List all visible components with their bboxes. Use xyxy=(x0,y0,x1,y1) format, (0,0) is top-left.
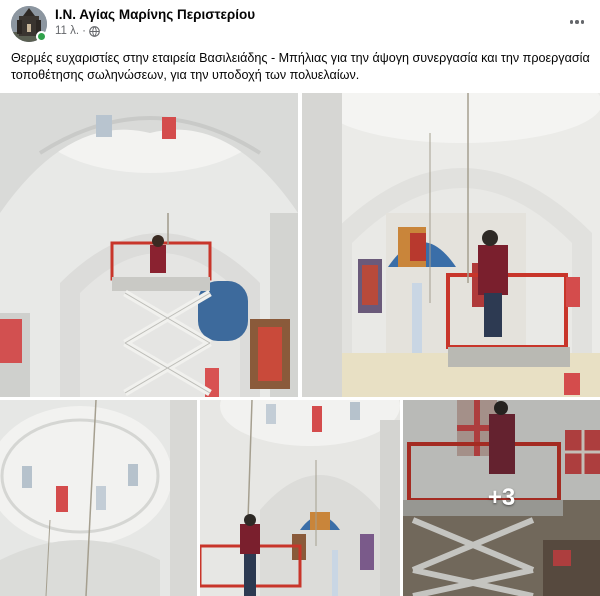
online-status-dot xyxy=(36,31,47,42)
photo-1[interactable] xyxy=(0,93,298,397)
photo-5-more[interactable]: +3 xyxy=(403,400,600,596)
page-name-link[interactable]: Ι.Ν. Αγίας Μαρίνης Περιστερίου xyxy=(55,7,255,22)
photo-4[interactable] xyxy=(200,400,400,596)
post-timestamp[interactable]: 11 λ. xyxy=(55,25,79,37)
more-photos-count: +3 xyxy=(487,484,516,511)
more-options-icon[interactable] xyxy=(566,11,588,33)
more-photos-overlay[interactable]: +3 xyxy=(403,400,600,596)
church-interior-photo xyxy=(302,93,600,397)
church-interior-photo xyxy=(0,93,298,397)
church-dome-photo xyxy=(0,400,197,596)
photo-2[interactable] xyxy=(302,93,600,397)
meta-separator: · xyxy=(82,25,86,37)
church-apse-photo xyxy=(200,400,400,596)
post-caption: Θερμές ευχαριστίες στην εταιρεία Βασιλει… xyxy=(11,51,590,82)
facebook-post: Ι.Ν. Αγίας Μαρίνης Περιστερίου 11 λ. · Θ… xyxy=(0,0,600,596)
globe-icon[interactable] xyxy=(89,25,100,37)
post-meta: 11 λ. · xyxy=(55,25,100,37)
photo-3[interactable] xyxy=(0,400,197,596)
post-header: Ι.Ν. Αγίας Μαρίνης Περιστερίου 11 λ. · xyxy=(0,0,600,44)
